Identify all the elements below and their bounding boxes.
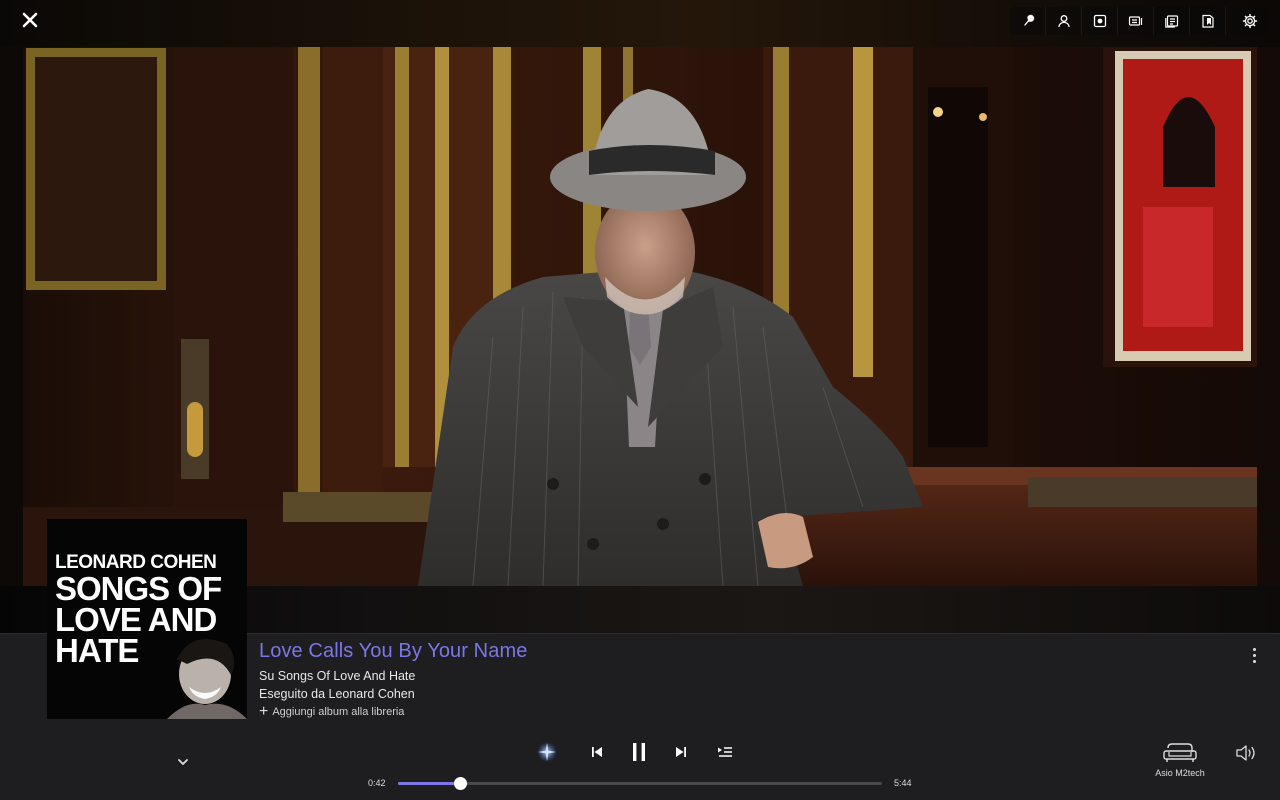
album-cover[interactable]: LEONARD COHEN SONGS OF LOVE AND HATE xyxy=(47,519,247,719)
album-link[interactable]: Su Songs Of Love And Hate xyxy=(259,669,527,683)
credits-icon[interactable] xyxy=(1118,7,1154,35)
chevron-down-icon[interactable] xyxy=(174,753,192,771)
album-cover-title-line: HATE xyxy=(55,632,139,669)
album-cover-title-line: SONGS OF xyxy=(55,570,222,607)
radio-icon[interactable] xyxy=(1010,7,1046,35)
output-device-button[interactable]: Asio M2tech xyxy=(1150,742,1210,778)
sparkle-icon[interactable] xyxy=(532,737,562,767)
background-blur-left xyxy=(0,47,23,633)
progress-bar[interactable] xyxy=(398,777,882,790)
toolbar xyxy=(1010,7,1268,35)
settings-icon[interactable] xyxy=(1232,7,1268,35)
total-duration: 5:44 xyxy=(894,778,912,788)
plus-icon: + xyxy=(259,703,269,720)
artist-link[interactable]: Eseguito da Leonard Cohen xyxy=(259,687,527,701)
previous-track-icon[interactable] xyxy=(582,737,612,767)
sofa-icon xyxy=(1163,743,1197,762)
review-icon[interactable] xyxy=(1190,7,1226,35)
album-cover-text: LEONARD COHEN SONGS OF LOVE AND HATE xyxy=(55,553,245,669)
next-track-icon[interactable] xyxy=(666,737,696,767)
add-to-library-button[interactable]: + Aggiungi album alla libreria xyxy=(259,703,527,720)
elapsed-time: 0:42 xyxy=(368,778,386,788)
album-cover-title-line: LOVE AND xyxy=(55,601,217,638)
artist-icon[interactable] xyxy=(1046,7,1082,35)
playback-controls xyxy=(532,737,740,767)
add-to-library-label: Aggiungi album alla libreria xyxy=(272,706,405,718)
progress-handle[interactable] xyxy=(453,777,467,790)
volume-icon[interactable] xyxy=(1235,743,1257,763)
lyrics-icon[interactable] xyxy=(1154,7,1190,35)
track-title[interactable]: Love Calls You By Your Name xyxy=(259,640,527,663)
output-device-label: Asio M2tech xyxy=(1155,768,1205,778)
more-options-icon[interactable] xyxy=(1246,644,1262,666)
artist-photo xyxy=(23,47,1257,586)
album-icon[interactable] xyxy=(1082,7,1118,35)
background-blur-right xyxy=(1257,47,1280,633)
pause-icon[interactable] xyxy=(624,737,654,767)
progress-fill xyxy=(398,782,460,785)
now-playing-screen: LEONARD COHEN SONGS OF LOVE AND HATE Lov… xyxy=(0,0,1280,800)
close-icon[interactable] xyxy=(16,6,44,34)
track-info: Love Calls You By Your Name Su Songs Of … xyxy=(259,640,527,720)
queue-icon[interactable] xyxy=(710,737,740,767)
